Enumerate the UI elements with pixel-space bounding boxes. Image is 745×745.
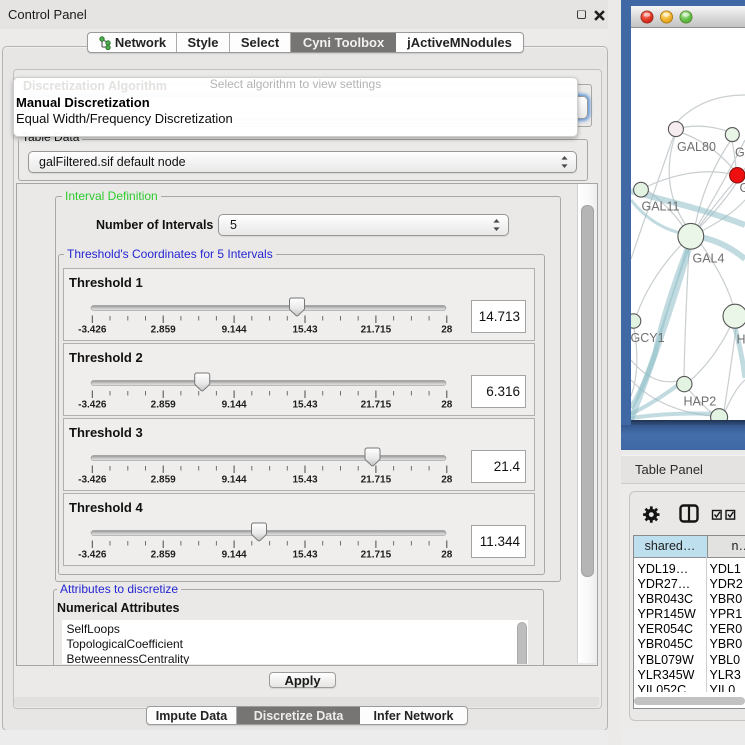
svg-text:H: H: [737, 333, 745, 347]
svg-text:GCY1: GCY1: [631, 331, 665, 345]
svg-text:15.43: 15.43: [292, 475, 317, 486]
svg-text:21.715: 21.715: [361, 550, 392, 561]
svg-text:28: 28: [441, 400, 453, 411]
svg-text:21.715: 21.715: [361, 325, 392, 336]
svg-text:HAP2: HAP2: [684, 395, 717, 409]
svg-text:9.144: 9.144: [222, 400, 247, 411]
svg-text:9.144: 9.144: [222, 475, 247, 486]
svg-text:GAL80: GAL80: [677, 140, 716, 154]
svg-text:2.859: 2.859: [151, 325, 176, 336]
svg-text:28: 28: [441, 325, 453, 336]
svg-text:-3.426: -3.426: [78, 550, 107, 561]
svg-text:9.144: 9.144: [222, 325, 247, 336]
svg-text:-3.426: -3.426: [78, 325, 107, 336]
svg-text:GAL4: GAL4: [693, 252, 725, 266]
svg-text:21.715: 21.715: [361, 475, 392, 486]
svg-text:28: 28: [441, 475, 453, 486]
svg-text:G: G: [740, 181, 745, 195]
svg-text:2.859: 2.859: [151, 475, 176, 486]
svg-text:21.715: 21.715: [361, 400, 392, 411]
svg-text:28: 28: [441, 550, 453, 561]
svg-text:-3.426: -3.426: [78, 475, 107, 486]
svg-text:2.859: 2.859: [151, 400, 176, 411]
svg-text:15.43: 15.43: [292, 400, 317, 411]
svg-text:2.859: 2.859: [151, 550, 176, 561]
svg-text:GAL11: GAL11: [642, 200, 680, 214]
svg-text:15.43: 15.43: [292, 325, 317, 336]
svg-text:9.144: 9.144: [222, 550, 247, 561]
svg-text:GA: GA: [735, 146, 745, 160]
svg-text:-3.426: -3.426: [78, 400, 107, 411]
svg-text:15.43: 15.43: [292, 550, 317, 561]
